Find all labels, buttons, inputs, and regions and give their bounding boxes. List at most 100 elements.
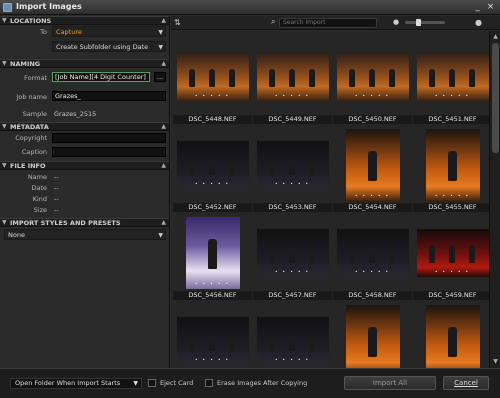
thumbnail-cell[interactable]: • • • • • DSC_5455.NEF <box>413 125 489 213</box>
rating-dots[interactable]: • • • • • <box>355 193 390 198</box>
thumbnail-cell[interactable]: • • • • • <box>413 301 489 368</box>
format-edit-button[interactable]: ... <box>154 72 166 82</box>
eject-card-checkbox[interactable] <box>148 379 156 387</box>
rating-dots[interactable]: • • • • • <box>355 93 390 98</box>
settings-panel: ▼ LOCATIONS ▲ To Capture ▼ Create Subfold… <box>0 16 170 368</box>
photo-thumbnail[interactable]: • • • • • <box>176 141 249 189</box>
thumbnail-filename: DSC_5455.NEF <box>413 203 489 212</box>
thumbnail-grid: • • • • • DSC_5448.NEF • • • • • DSC_5449.N… <box>171 31 489 368</box>
performer-figure <box>208 69 215 87</box>
file-info-header[interactable]: ▼ FILE INFO ▲ <box>0 161 169 170</box>
copyright-field[interactable] <box>52 133 166 143</box>
section-menu-icon: ▲ <box>161 123 166 130</box>
jobname-label: Job name <box>16 93 47 101</box>
rating-dots[interactable]: • • • • • <box>275 357 310 362</box>
destination-dropdown[interactable]: Capture ▼ <box>52 26 166 37</box>
rating-dots[interactable]: • • • • • <box>275 181 310 186</box>
performer-figure <box>268 245 275 263</box>
rating-dots[interactable]: • • • • • <box>275 269 310 274</box>
performer-figure <box>367 327 377 357</box>
photo-thumbnail[interactable]: • • • • • <box>256 141 329 189</box>
minimize-button[interactable]: _ <box>472 2 483 12</box>
thumbnail-cell[interactable]: • • • • • DSC_5456.NEF <box>173 213 252 301</box>
metadata-header[interactable]: ▼ METADATA ▲ <box>0 122 169 131</box>
rating-dots[interactable]: • • • • • <box>275 93 310 98</box>
photo-thumbnail[interactable]: • • • • • <box>256 317 329 365</box>
import-all-button[interactable]: Import All <box>344 376 436 390</box>
thumbnail-cell[interactable]: • • • • • DSC_5453.NEF <box>253 125 332 213</box>
thumbnail-cell[interactable]: • • • • • DSC_5448.NEF <box>173 37 252 125</box>
performer-figure <box>188 157 195 175</box>
thumbnail-cell[interactable]: • • • • • DSC_5457.NEF <box>253 213 332 301</box>
thumbnail-frame: • • • • • <box>336 41 409 113</box>
rating-dots[interactable]: • • • • • <box>195 181 230 186</box>
photo-thumbnail[interactable]: • • • • • <box>416 229 489 277</box>
slider-handle[interactable] <box>416 19 421 26</box>
rating-dots[interactable]: • • • • • <box>355 269 390 274</box>
collapse-icon: ▼ <box>2 60 7 67</box>
collapse-icon: ▼ <box>2 219 7 226</box>
scroll-down-icon[interactable]: ▼ <box>491 357 500 366</box>
performer-figure <box>207 239 217 269</box>
thumbnail-cell[interactable]: • • • • • DSC_5454.NEF <box>333 125 412 213</box>
photo-thumbnail[interactable]: • • • • • <box>176 53 249 101</box>
eject-card-label: Eject Card <box>160 379 194 387</box>
person-small-icon[interactable]: ● <box>393 18 399 26</box>
thumbnail-frame: • • • • • <box>416 305 489 368</box>
open-folder-dropdown[interactable]: Open Folder When Import Starts ▼ <box>10 378 142 389</box>
performer-figure <box>228 157 235 175</box>
rating-dots[interactable]: • • • • • <box>435 269 470 274</box>
rating-dots[interactable]: • • • • • <box>195 93 230 98</box>
person-large-icon[interactable]: ● <box>475 18 482 27</box>
grid-scrollbar[interactable]: ▲ ▼ <box>489 31 500 368</box>
sort-icon[interactable]: ⇅ <box>174 18 181 27</box>
naming-section: Format [Job Name][4 Digit Counter] ... J… <box>0 68 169 122</box>
photo-thumbnail[interactable]: • • • • • <box>425 305 480 368</box>
thumbnail-filename: DSC_5453.NEF <box>253 203 332 212</box>
caption-field[interactable] <box>52 147 166 157</box>
chevron-down-icon: ▼ <box>158 232 163 239</box>
erase-images-label: Erase Images After Copying <box>217 379 308 387</box>
rating-dots[interactable]: • • • • • <box>435 193 470 198</box>
thumbnail-cell[interactable]: • • • • • DSC_5458.NEF <box>333 213 412 301</box>
photo-thumbnail[interactable]: • • • • • <box>256 53 329 101</box>
scroll-up-icon[interactable]: ▲ <box>491 32 500 41</box>
thumbnail-cell[interactable]: • • • • • <box>173 301 252 368</box>
thumbnail-cell[interactable]: • • • • • DSC_5450.NEF <box>333 37 412 125</box>
performer-figure <box>348 69 355 87</box>
close-button[interactable]: × <box>485 2 496 12</box>
erase-images-checkbox[interactable] <box>205 379 213 387</box>
photo-thumbnail[interactable]: • • • • • <box>336 53 409 101</box>
photo-thumbnail[interactable]: • • • • • <box>336 229 409 277</box>
performer-figure <box>308 245 315 263</box>
cancel-button[interactable]: Cancel <box>443 376 489 390</box>
naming-header[interactable]: ▼ NAMING ▲ <box>0 59 169 68</box>
search-input[interactable]: Search Import <box>279 18 377 28</box>
photo-thumbnail[interactable]: • • • • • <box>256 229 329 277</box>
thumbnail-cell[interactable]: • • • • • DSC_5449.NEF <box>253 37 332 125</box>
thumbnail-size-slider[interactable] <box>405 21 445 24</box>
file-kind-label: Kind <box>32 195 47 203</box>
rating-dots[interactable]: • • • • • <box>435 93 470 98</box>
presets-header[interactable]: ▼ IMPORT STYLES AND PRESETS ▲ <box>0 218 169 227</box>
thumbnail-cell[interactable]: • • • • • DSC_5451.NEF <box>413 37 489 125</box>
photo-thumbnail[interactable]: • • • • • <box>345 305 400 368</box>
photo-thumbnail[interactable]: • • • • • <box>425 129 480 201</box>
locations-header[interactable]: ▼ LOCATIONS ▲ <box>0 16 169 25</box>
thumbnail-cell[interactable]: • • • • • <box>253 301 332 368</box>
scrollbar-thumb[interactable] <box>492 43 499 153</box>
presets-dropdown[interactable]: None ▼ <box>4 229 166 240</box>
thumbnail-cell[interactable]: • • • • • <box>333 301 412 368</box>
subfolder-dropdown[interactable]: Create Subfolder using Date ▼ <box>52 41 166 52</box>
photo-thumbnail[interactable]: • • • • • <box>176 317 249 365</box>
thumbnail-cell[interactable]: • • • • • DSC_5452.NEF <box>173 125 252 213</box>
jobname-field[interactable]: Grazes_ <box>52 91 166 101</box>
thumbnail-cell[interactable]: • • • • • DSC_5459.NEF <box>413 213 489 301</box>
rating-dots[interactable]: • • • • • <box>195 357 230 362</box>
photo-thumbnail[interactable]: • • • • • <box>345 129 400 201</box>
photo-thumbnail[interactable]: • • • • • <box>185 217 240 289</box>
rating-dots[interactable]: • • • • • <box>195 281 230 286</box>
photo-thumbnail[interactable]: • • • • • <box>416 53 489 101</box>
file-date-value: -- <box>54 184 59 192</box>
format-field[interactable]: [Job Name][4 Digit Counter] <box>52 72 150 82</box>
